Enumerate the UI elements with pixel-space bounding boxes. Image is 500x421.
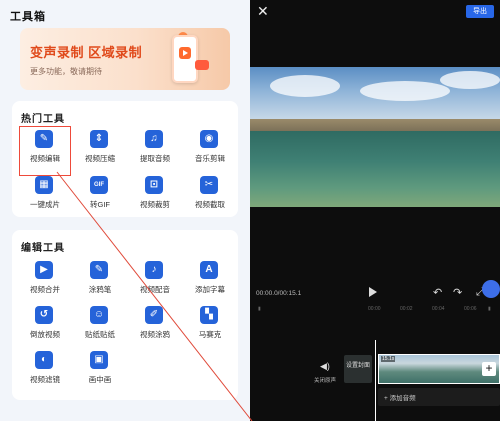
tool-scissors[interactable]: ✂ 视频截取 (185, 173, 235, 221)
undo-icon[interactable]: ↶ (433, 286, 442, 299)
tool-label: 视频截取 (195, 200, 225, 209)
editor-panel: ✕ 导出 00:00.0/00:15.1 ↶ ↷ ⤢ ▮ 00:00 00:02… (250, 0, 500, 421)
playhead[interactable] (375, 340, 376, 421)
tool-label: 转GIF (90, 200, 110, 209)
tool-label: 视频裁剪 (140, 200, 170, 209)
tool-label: 涂鸦笔 (88, 285, 112, 294)
reverse-icon: ↺ (35, 306, 53, 324)
camera-icon (195, 60, 209, 70)
ruler-tick: 00:06 (464, 306, 477, 312)
tool-reverse[interactable]: ↺ 倒放视频 (20, 303, 70, 351)
cover-label: 设置封面 (345, 363, 370, 369)
close-icon[interactable]: ✕ (257, 4, 271, 18)
toolbox-panel: 工具箱 变声录制 区域录制 更多功能，敬请期待 热门工具 ✎ 视频编辑 ⇕ 视频压缩 ♫… (0, 0, 250, 421)
set-cover-button[interactable]: 设置封面 (344, 355, 372, 383)
tool-gif[interactable]: GIF 转GIF (75, 173, 125, 221)
hot-tools-card: 热门工具 ✎ 视频编辑 ⇕ 视频压缩 ♫ 提取音频 ◉ 音乐剪辑 ▦ 一键成片 GIF 转GIF ⊡ 视频… (12, 101, 238, 217)
export-button[interactable]: 导出 (466, 5, 494, 18)
video-water (250, 131, 500, 207)
play-icon (179, 47, 191, 59)
time-readout: 00:00.0/00:15.1 (256, 290, 302, 297)
tool-label: 一键成片 (30, 200, 60, 209)
film-icon: ▦ (35, 176, 53, 194)
edit-tools-heading: 编辑工具 (21, 243, 65, 254)
tool-label: 视频合并 (30, 285, 60, 294)
add-audio-button[interactable]: + 添加音频 (378, 388, 500, 406)
compress-icon: ⇕ (90, 130, 108, 148)
scissors-icon: ✂ (200, 176, 218, 194)
redo-icon[interactable]: ↷ (453, 286, 462, 299)
tool-pen[interactable]: ✎ 涂鸦笔 (75, 258, 125, 306)
tool-label: 马赛克 (198, 330, 222, 339)
music-disc-icon: ◉ (200, 130, 218, 148)
banner-title: 变声录制 区域录制 (30, 45, 143, 60)
text-icon: A (200, 261, 218, 279)
tool-brush[interactable]: ✐ 视频涂鸦 (130, 303, 180, 351)
edit-icon: ✎ (35, 130, 53, 148)
tool-microphone[interactable]: ♪ 视频配音 (130, 258, 180, 306)
banner-subtitle: 更多功能，敬请期待 (30, 67, 102, 76)
play-icon[interactable] (369, 287, 377, 297)
tool-play[interactable]: ▶ 视频合并 (20, 258, 70, 306)
pen-icon: ✎ (90, 261, 108, 279)
tool-filter[interactable]: ◐ 视频滤镜 (20, 348, 70, 396)
crop-icon: ⊡ (145, 176, 163, 194)
phone-illustration-icon (172, 35, 198, 83)
microphone-icon: ♪ (145, 261, 163, 279)
gif-icon: GIF (90, 176, 108, 194)
pip-icon: ▣ (90, 351, 108, 369)
ruler-end-icon: ▮ (488, 306, 491, 312)
tool-label: 音乐剪辑 (195, 154, 225, 163)
mute-original-label: 关闭原声 (314, 378, 337, 384)
floating-assist-button[interactable] (482, 280, 500, 298)
tool-label: 视频配音 (140, 285, 170, 294)
tool-headphones[interactable]: ♫ 提取音频 (130, 127, 180, 175)
tool-crop[interactable]: ⊡ 视频裁剪 (130, 173, 180, 221)
ruler-tick: 00:02 (400, 306, 413, 312)
video-preview[interactable] (250, 67, 500, 207)
tool-label: 视频编辑 (30, 154, 60, 163)
tool-label: 贴纸贴纸 (85, 330, 115, 339)
promo-banner[interactable]: 变声录制 区域录制 更多功能，敬请期待 (20, 28, 230, 90)
add-clip-button[interactable]: + (482, 362, 496, 376)
tool-label: 添加字幕 (195, 285, 225, 294)
tool-mosaic[interactable]: ▚ 马赛克 (185, 303, 235, 351)
filter-icon: ◐ (35, 351, 53, 369)
track-duration: 15.1s (381, 356, 396, 362)
ruler-tick: 00:04 (432, 306, 445, 312)
tool-edit[interactable]: ✎ 视频编辑 (19, 126, 71, 176)
speaker-icon[interactable]: ◀) (320, 361, 330, 372)
tool-label: 倒放视频 (30, 330, 60, 339)
brush-icon: ✐ (145, 306, 163, 324)
add-audio-label: + 添加音频 (384, 395, 416, 402)
tool-label: 画中画 (88, 375, 112, 384)
headphones-icon: ♫ (145, 130, 163, 148)
tool-label: 视频压缩 (85, 154, 115, 163)
hot-tools-heading: 热门工具 (21, 114, 65, 125)
tool-pip[interactable]: ▣ 画中画 (75, 348, 125, 396)
play-icon: ▶ (35, 261, 53, 279)
tool-text[interactable]: A 添加字幕 (185, 258, 235, 306)
mosaic-icon: ▚ (200, 306, 218, 324)
tool-compress[interactable]: ⇕ 视频压缩 (75, 127, 125, 175)
page-title: 工具箱 (10, 11, 46, 23)
tool-label: 提取音频 (140, 154, 170, 163)
sticker-icon: ☺ (90, 306, 108, 324)
tool-label: 视频涂鸦 (140, 330, 170, 339)
tool-film[interactable]: ▦ 一键成片 (20, 173, 70, 221)
ruler-tick: 00:00 (368, 306, 381, 312)
tool-sticker[interactable]: ☺ 贴纸贴纸 (75, 303, 125, 351)
edit-tools-card: 编辑工具 ▶ 视频合并 ✎ 涂鸦笔 ♪ 视频配音 A 添加字幕 ↺ 倒放视频 ☺ 贴纸贴纸 ✐ 视频涂鸦 ▚… (12, 230, 238, 400)
timeline-ruler: ▮ 00:00 00:02 00:04 00:06 ▮ (258, 306, 494, 314)
tool-label: 视频滤镜 (30, 375, 60, 384)
tool-music-disc[interactable]: ◉ 音乐剪辑 (185, 127, 235, 175)
ruler-start-icon: ▮ (258, 306, 261, 312)
